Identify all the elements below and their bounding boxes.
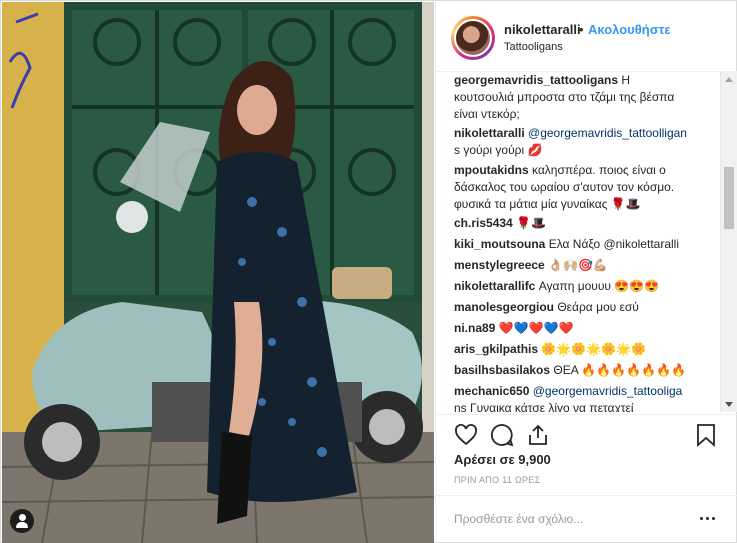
likes-count[interactable]: Αρέσει σε 9,900 bbox=[454, 452, 551, 467]
comment-line: manolesgeorgiou Θεάρα μου εσύ bbox=[454, 300, 639, 314]
comment-author[interactable]: basilhsbasilakos bbox=[454, 363, 550, 377]
username-link[interactable]: nikolettaralli bbox=[504, 22, 581, 37]
comment-item: nikolettaralli @georgemavridis_tattoolli… bbox=[454, 125, 714, 159]
location-link[interactable]: Tattooligans bbox=[504, 41, 563, 53]
post-photo[interactable] bbox=[2, 2, 434, 543]
comment-author[interactable]: menstylegreece bbox=[454, 258, 545, 272]
comment-line: nikolettarallifc Αγαπη μουυυ 😍😍😍 bbox=[454, 279, 660, 293]
heart-icon[interactable] bbox=[454, 423, 478, 447]
comment-mention[interactable]: @georgemavridis_tattooliga bbox=[533, 384, 683, 398]
photo-scene bbox=[2, 2, 434, 543]
comment-icon[interactable] bbox=[490, 423, 514, 447]
scroll-thumb[interactable] bbox=[724, 167, 734, 229]
comment-line: mechanic650 @georgemavridis_tattooliga bbox=[454, 383, 714, 400]
avatar-story-ring[interactable] bbox=[451, 16, 495, 60]
post-modal: nikolettaralli • Ακολουθήστε Tattooligan… bbox=[0, 0, 737, 543]
bookmark-icon[interactable] bbox=[694, 423, 718, 447]
share-icon[interactable] bbox=[526, 423, 550, 447]
user-tag-icon bbox=[19, 514, 26, 521]
post-header: nikolettaralli • Ακολουθήστε Tattooligan… bbox=[436, 2, 737, 72]
comment-item: ch.ris5434 🌹🎩 bbox=[454, 215, 714, 232]
comment-line: georgemavridis_tattooligans Η bbox=[454, 73, 631, 87]
comments-scrollbar[interactable] bbox=[720, 72, 737, 412]
comment-line: δάσκαλος του ωραίου σ'αυτον τον κόσμο. bbox=[454, 180, 675, 194]
comment-line: κουτσουλιά μπροστα στο τζάμι της βέσπα bbox=[454, 90, 675, 104]
comment-item: aris_gkilpathis 🌼🌟🌼🌟🌼🌟🌼 bbox=[454, 341, 714, 358]
comment-line: aris_gkilpathis 🌼🌟🌼🌟🌼🌟🌼 bbox=[454, 342, 646, 356]
comment-input[interactable]: Προσθέστε ένα σχόλιο... bbox=[454, 512, 583, 526]
comment-item: nikolettarallifc Αγαπη μουυυ 😍😍😍 bbox=[454, 278, 714, 295]
action-bar bbox=[436, 414, 737, 452]
comment-line: ni.na89 ❤️💙❤️💙❤️ bbox=[454, 321, 574, 335]
comment-item: mpoutakidns καλησπέρα. ποιος είναι ο δάσ… bbox=[454, 162, 714, 213]
comment-author[interactable]: mpoutakidns bbox=[454, 163, 529, 177]
avatar[interactable] bbox=[454, 19, 492, 57]
comment-author[interactable]: ch.ris5434 bbox=[454, 216, 513, 230]
comment-author[interactable]: mechanic650 bbox=[454, 384, 529, 398]
comment-author[interactable]: georgemavridis_tattooligans bbox=[454, 73, 618, 87]
comment-line: ch.ris5434 🌹🎩 bbox=[454, 216, 546, 230]
comment-author[interactable]: aris_gkilpathis bbox=[454, 342, 538, 356]
comment-line: nikolettaralli @georgemavridis_tattoolli… bbox=[454, 125, 714, 142]
comment-author[interactable]: manolesgeorgiou bbox=[454, 300, 554, 314]
separator-dot: • bbox=[579, 22, 584, 37]
comment-line: kiki_moutsouna Ελα Νάξο @nikolettaralli bbox=[454, 237, 679, 251]
comment-line: είναι ντεκόρ; bbox=[454, 107, 520, 121]
scroll-down-arrow-icon[interactable] bbox=[725, 402, 733, 407]
comment-author[interactable]: kiki_moutsouna bbox=[454, 237, 545, 251]
comment-author[interactable]: nikolettaralli bbox=[454, 126, 525, 140]
scroll-up-arrow-icon[interactable] bbox=[725, 77, 733, 82]
post-sidebar: nikolettaralli • Ακολουθήστε Tattooligan… bbox=[435, 2, 737, 543]
comment-line: ns Γυναικα κάτσε λίγο να πεταχτεί bbox=[454, 401, 634, 412]
comment-author[interactable]: nikolettarallifc bbox=[454, 279, 535, 293]
comment-item: menstylegreece 👌🏼🙌🏼🎯💪🏼 bbox=[454, 257, 714, 274]
comment-line: menstylegreece 👌🏼🙌🏼🎯💪🏼 bbox=[454, 258, 608, 272]
comment-item: manolesgeorgiou Θεάρα μου εσύ bbox=[454, 299, 714, 316]
user-tag-button[interactable] bbox=[10, 509, 34, 533]
post-timestamp[interactable]: ΠΡΙΝ ΑΠΟ 11 ΩΡΕΣ bbox=[454, 475, 540, 485]
comment-item: mechanic650 @georgemavridis_tattooliga n… bbox=[454, 383, 714, 412]
comment-line: φυσικά τα μάτια μία γυναίκας 🌹🎩 bbox=[454, 197, 641, 211]
comment-item: kiki_moutsouna Ελα Νάξο @nikolettaralli bbox=[454, 236, 714, 253]
comment-mention[interactable]: @georgemavridis_tattoolligan bbox=[528, 126, 687, 140]
comment-line: basilhsbasilakos ΘΕΑ 🔥🔥🔥🔥🔥🔥🔥 bbox=[454, 363, 686, 377]
more-icon[interactable] bbox=[698, 510, 718, 526]
comment-item: basilhsbasilakos ΘΕΑ 🔥🔥🔥🔥🔥🔥🔥 bbox=[454, 362, 714, 379]
add-comment-bar: Προσθέστε ένα σχόλιο... bbox=[436, 495, 737, 543]
comment-item: georgemavridis_tattooligans Η κουτσουλιά… bbox=[454, 72, 714, 123]
follow-button[interactable]: Ακολουθήστε bbox=[588, 22, 671, 37]
comment-author[interactable]: ni.na89 bbox=[454, 321, 495, 335]
comment-line: mpoutakidns καλησπέρα. ποιος είναι ο bbox=[454, 163, 666, 177]
comment-line: s γούρι γούρι 💋 bbox=[454, 143, 543, 157]
comments-list[interactable]: georgemavridis_tattooligans Η κουτσουλιά… bbox=[436, 72, 737, 412]
comment-item: ni.na89 ❤️💙❤️💙❤️ bbox=[454, 320, 714, 337]
